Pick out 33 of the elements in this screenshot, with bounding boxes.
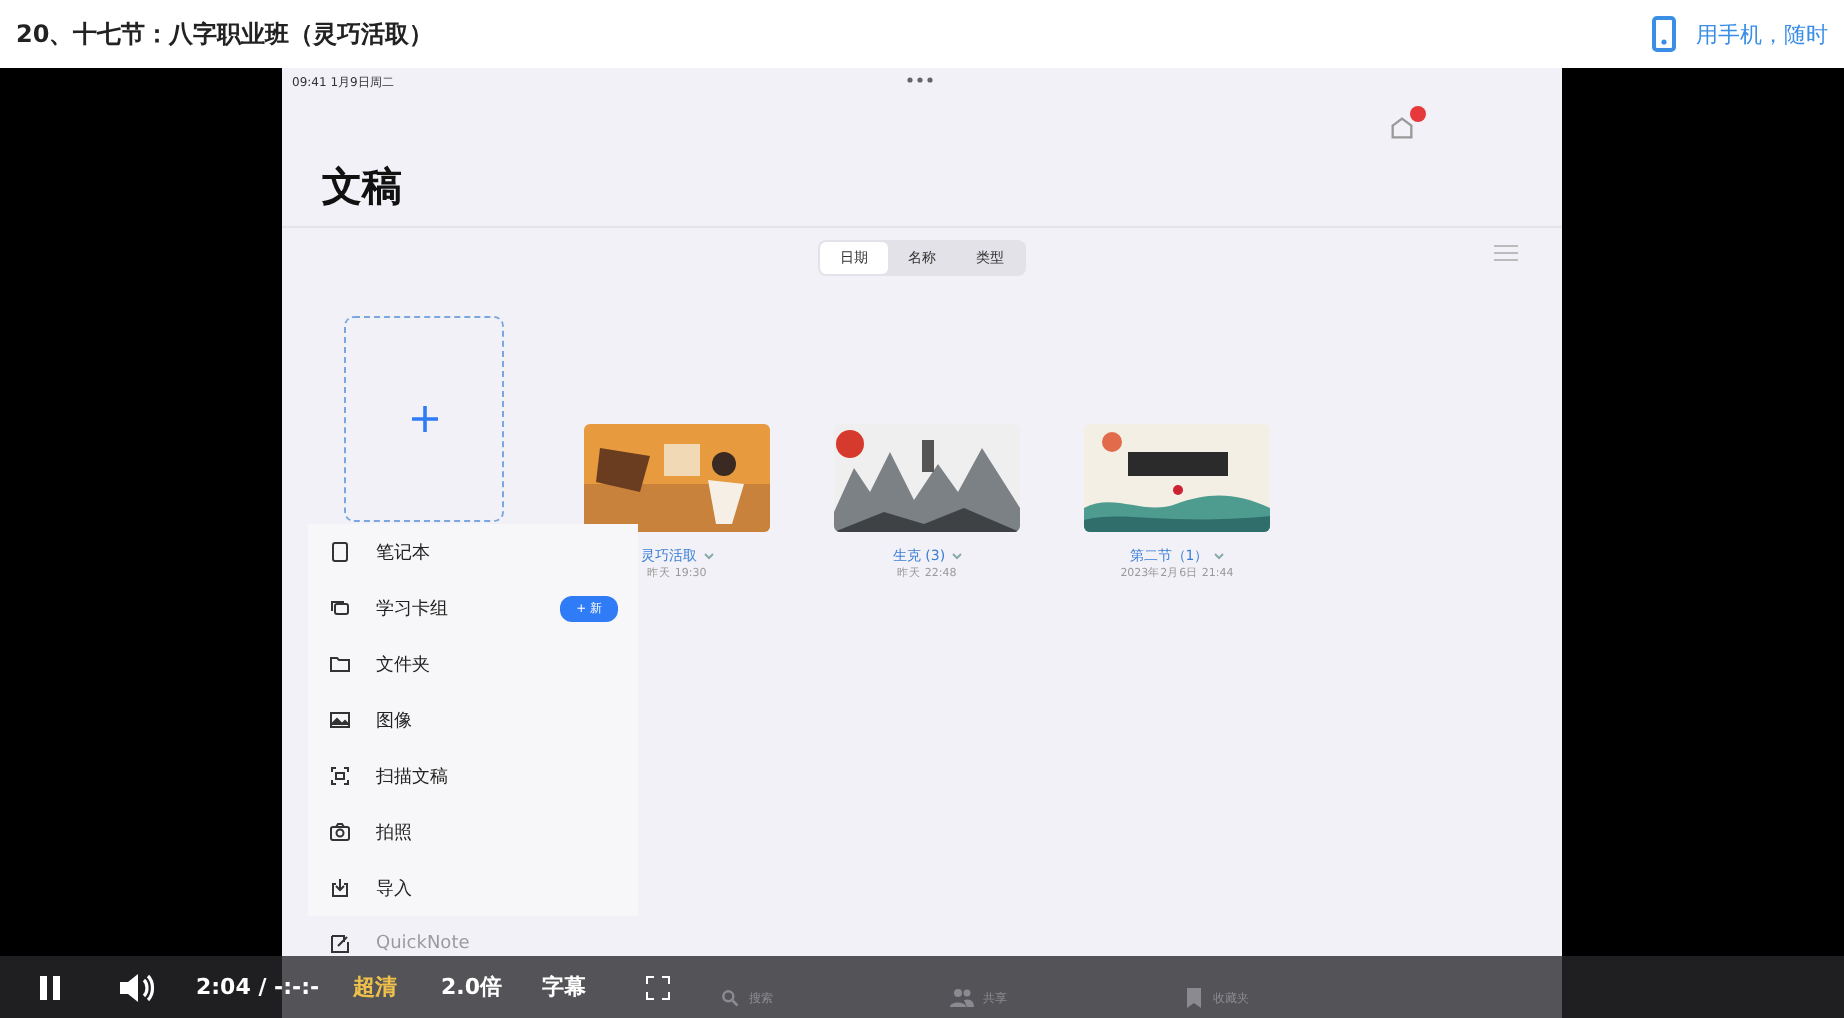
- folder-icon: [328, 652, 352, 676]
- import-icon: [328, 876, 352, 900]
- speed-button[interactable]: 2.0倍: [441, 972, 503, 1002]
- playback-time: 2:04 / -:-:-: [196, 974, 320, 1000]
- new-document-button[interactable]: [344, 316, 504, 522]
- notebook-icon: [328, 540, 352, 564]
- scan-icon: [328, 764, 352, 788]
- menu-item[interactable]: 图像: [308, 692, 638, 748]
- volume-button[interactable]: [120, 973, 156, 1001]
- fullscreen-button[interactable]: [646, 975, 671, 999]
- subtitles-button[interactable]: 字幕: [542, 972, 587, 1002]
- image-icon: [328, 708, 352, 732]
- cards-icon: [328, 596, 352, 620]
- phone-icon: [1652, 16, 1676, 52]
- quality-button[interactable]: 超清: [353, 972, 398, 1002]
- menu-item[interactable]: 扫描文稿: [308, 748, 638, 804]
- lesson-title: 20、十七节：八字职业班（灵巧活取）: [16, 17, 434, 51]
- menu-item[interactable]: 拍照: [308, 804, 638, 860]
- plus-icon: [411, 406, 437, 432]
- bookmark-icon[interactable]: [1183, 986, 1203, 1010]
- more-icon[interactable]: [906, 76, 934, 84]
- menu-item[interactable]: 笔记本: [308, 524, 638, 580]
- menu-item[interactable]: 导入: [308, 860, 638, 916]
- camera-icon: [328, 820, 352, 844]
- inbox-icon[interactable]: [1388, 106, 1426, 142]
- chevron-icon[interactable]: [1214, 552, 1225, 560]
- pause-button[interactable]: [40, 975, 60, 999]
- search-icon[interactable]: [719, 988, 739, 1008]
- page-title: 文稿: [320, 160, 404, 214]
- people-icon[interactable]: [949, 988, 973, 1008]
- chevron-icon[interactable]: [951, 552, 962, 560]
- chevron-icon[interactable]: [703, 552, 713, 560]
- menu-item[interactable]: 文件夹: [308, 636, 638, 692]
